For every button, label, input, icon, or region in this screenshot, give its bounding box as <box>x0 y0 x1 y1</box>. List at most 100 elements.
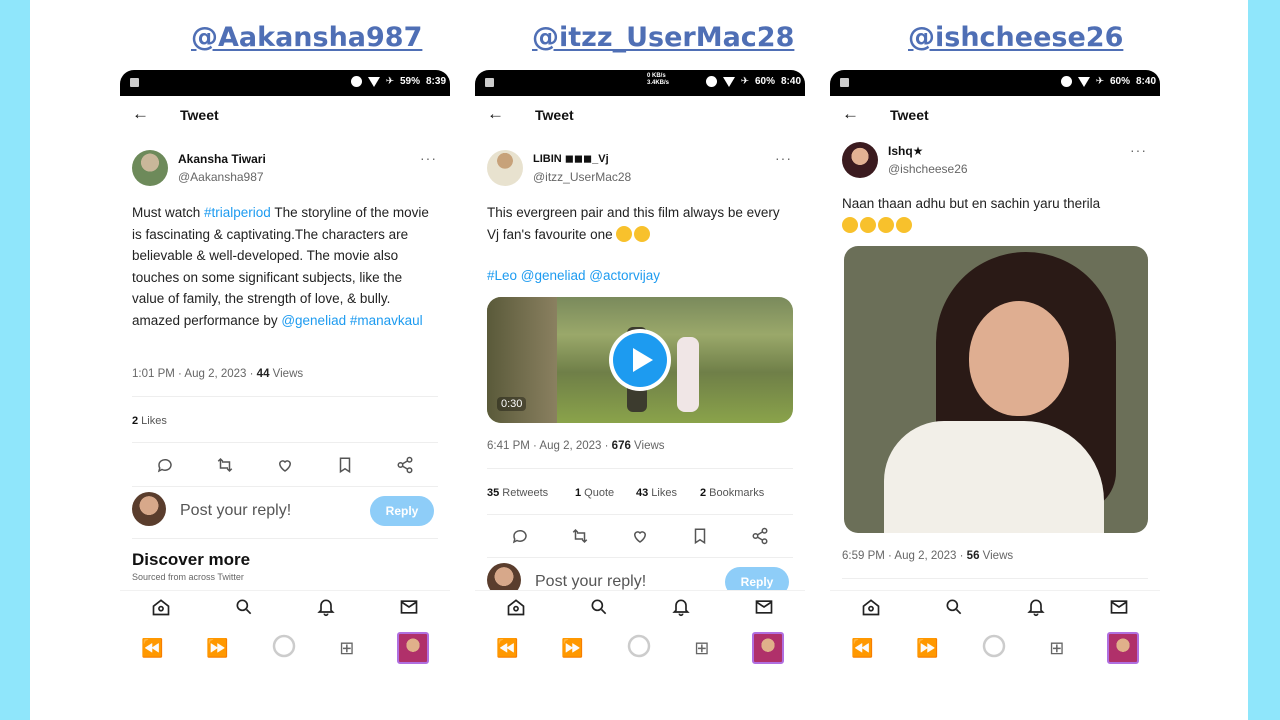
mail-icon[interactable] <box>1109 597 1129 622</box>
tweet-meta: 6:41 PM · Aug 2, 2023 · 676 Views <box>487 440 665 452</box>
tweet-text-part: The storyline of the movie is fascinatin… <box>132 205 429 328</box>
page-title: Tweet <box>535 107 574 123</box>
heart-eyes-emoji <box>616 225 633 242</box>
phone-screen-1: ✈ 59% 8:39 ← Tweet Akansha Tiwari @Aakan… <box>120 70 450 680</box>
share-icon[interactable] <box>394 454 416 476</box>
more-options-icon[interactable]: ··· <box>420 150 437 166</box>
user-name[interactable]: Ishq★ <box>888 144 923 158</box>
video-duration: 0:30 <box>497 397 527 411</box>
phone-screen-3: ✈ 60% 8:40 ← Tweet Ishq★ @ishcheese26 ··… <box>830 70 1160 680</box>
home-icon[interactable] <box>861 597 881 622</box>
reply-input[interactable]: Post your reply! <box>180 502 291 520</box>
bookmarks-stat[interactable]: 2 Bookmarks <box>700 487 764 499</box>
back-arrow-icon[interactable]: ← <box>842 104 859 124</box>
tweet-image[interactable] <box>844 246 1148 533</box>
thumbnail[interactable] <box>751 632 784 664</box>
loading-icon[interactable] <box>626 633 652 664</box>
gift-icon[interactable]: ⊞ <box>694 638 709 659</box>
tags-link[interactable]: #Leo @geneliad @actorvijay <box>487 268 660 283</box>
tweet-text-part: Naan thaan adhu but en sachin yaru theri… <box>842 196 1101 211</box>
my-avatar[interactable] <box>132 492 166 526</box>
search-icon[interactable] <box>944 597 964 622</box>
loading-icon[interactable] <box>981 633 1007 664</box>
bottom-nav <box>830 590 1160 628</box>
notification-icon <box>485 78 494 87</box>
page-title: Tweet <box>890 107 929 123</box>
retweet-icon[interactable] <box>214 454 236 476</box>
status-bar: 0 KB/s 3.4KB/s ✈ 60% 8:40 <box>475 70 805 96</box>
thumbnail[interactable] <box>1106 632 1139 664</box>
reply-button[interactable]: Reply <box>370 496 434 526</box>
retweets-stat[interactable]: 35 Retweets <box>487 487 548 499</box>
rewind-icon[interactable]: ⏪ <box>141 638 163 659</box>
reply-icon[interactable] <box>509 525 531 547</box>
rewind-icon[interactable]: ⏪ <box>496 638 518 659</box>
avatar[interactable] <box>487 150 523 186</box>
discover-title: Discover more <box>132 550 251 569</box>
reply-input[interactable]: Post your reply! <box>535 573 646 591</box>
avatar[interactable] <box>842 142 878 178</box>
user-name[interactable]: LIBIN ◼◼◼_Vj <box>533 152 609 165</box>
retweet-icon[interactable] <box>569 525 591 547</box>
search-icon[interactable] <box>589 597 609 622</box>
back-arrow-icon[interactable]: ← <box>132 104 149 124</box>
handle-title-1[interactable]: @Aakansha987 <box>191 22 422 53</box>
tweet-text: This evergreen pair and this film always… <box>487 202 793 245</box>
handle-title-2[interactable]: @itzz_UserMac28 <box>532 22 794 53</box>
tweet-text: Must watch #trialperiod The storyline of… <box>132 202 438 331</box>
likes-stat[interactable]: 2 Likes <box>132 415 167 427</box>
page-title: Tweet <box>180 107 219 123</box>
back-arrow-icon[interactable]: ← <box>487 104 504 124</box>
mail-icon[interactable] <box>754 597 774 622</box>
mail-icon[interactable] <box>399 597 419 622</box>
tweet-text-part: Must watch <box>132 205 205 220</box>
play-button[interactable] <box>609 329 671 391</box>
phone-screen-2: 0 KB/s 3.4KB/s ✈ 60% 8:40 ← Tweet LIBIN … <box>475 70 805 680</box>
mention-link[interactable]: @geneliad <box>281 313 346 328</box>
user-handle[interactable]: @itzz_UserMac28 <box>533 170 631 184</box>
video-player[interactable]: 0:30 <box>487 297 793 423</box>
home-icon[interactable] <box>506 597 526 622</box>
bookmark-icon[interactable] <box>689 525 711 547</box>
home-icon[interactable] <box>151 597 171 622</box>
bell-icon[interactable] <box>316 597 336 622</box>
quotes-stat[interactable]: 1 Quote <box>575 487 614 499</box>
bell-icon[interactable] <box>1026 597 1046 622</box>
wifi-icon <box>1077 76 1090 87</box>
loading-icon[interactable] <box>271 633 297 664</box>
more-options-icon[interactable]: ··· <box>775 150 792 166</box>
reply-icon[interactable] <box>154 454 176 476</box>
views-count: 44 <box>256 368 270 380</box>
rewind-icon[interactable]: ⏪ <box>851 638 873 659</box>
fast-forward-icon[interactable]: ⏩ <box>916 638 938 659</box>
bookmark-icon[interactable] <box>334 454 356 476</box>
more-options-icon[interactable]: ··· <box>1130 142 1147 158</box>
like-icon[interactable] <box>629 525 651 547</box>
divider <box>487 514 793 515</box>
play-icon[interactable] <box>613 333 667 387</box>
handle-title-3[interactable]: @ishcheese26 <box>908 22 1123 53</box>
likes-label: Likes <box>648 487 677 499</box>
search-icon[interactable] <box>234 597 254 622</box>
tweet-tags: #Leo @geneliad @actorvijay <box>487 265 793 287</box>
airplane-icon: ✈ <box>1095 76 1104 87</box>
clock: 8:40 <box>1135 76 1156 87</box>
dnd-icon <box>1060 76 1072 87</box>
hashtag-link[interactable]: #trialperiod <box>204 205 271 220</box>
likes-stat[interactable]: 43 Likes <box>636 487 677 499</box>
gift-icon[interactable]: ⊞ <box>1049 638 1064 659</box>
fast-forward-icon[interactable]: ⏩ <box>561 638 583 659</box>
user-handle[interactable]: @Aakansha987 <box>178 170 264 184</box>
user-handle[interactable]: @ishcheese26 <box>888 162 968 176</box>
status-bar: ✈ 60% 8:40 <box>830 70 1160 96</box>
thumbnail[interactable] <box>396 632 429 664</box>
avatar[interactable] <box>132 150 168 186</box>
bell-icon[interactable] <box>671 597 691 622</box>
wifi-icon <box>722 76 735 87</box>
share-icon[interactable] <box>749 525 771 547</box>
gift-icon[interactable]: ⊞ <box>339 638 354 659</box>
hashtag-link[interactable]: #manavkaul <box>350 313 423 328</box>
like-icon[interactable] <box>274 454 296 476</box>
user-name[interactable]: Akansha Tiwari <box>178 152 266 166</box>
fast-forward-icon[interactable]: ⏩ <box>206 638 228 659</box>
